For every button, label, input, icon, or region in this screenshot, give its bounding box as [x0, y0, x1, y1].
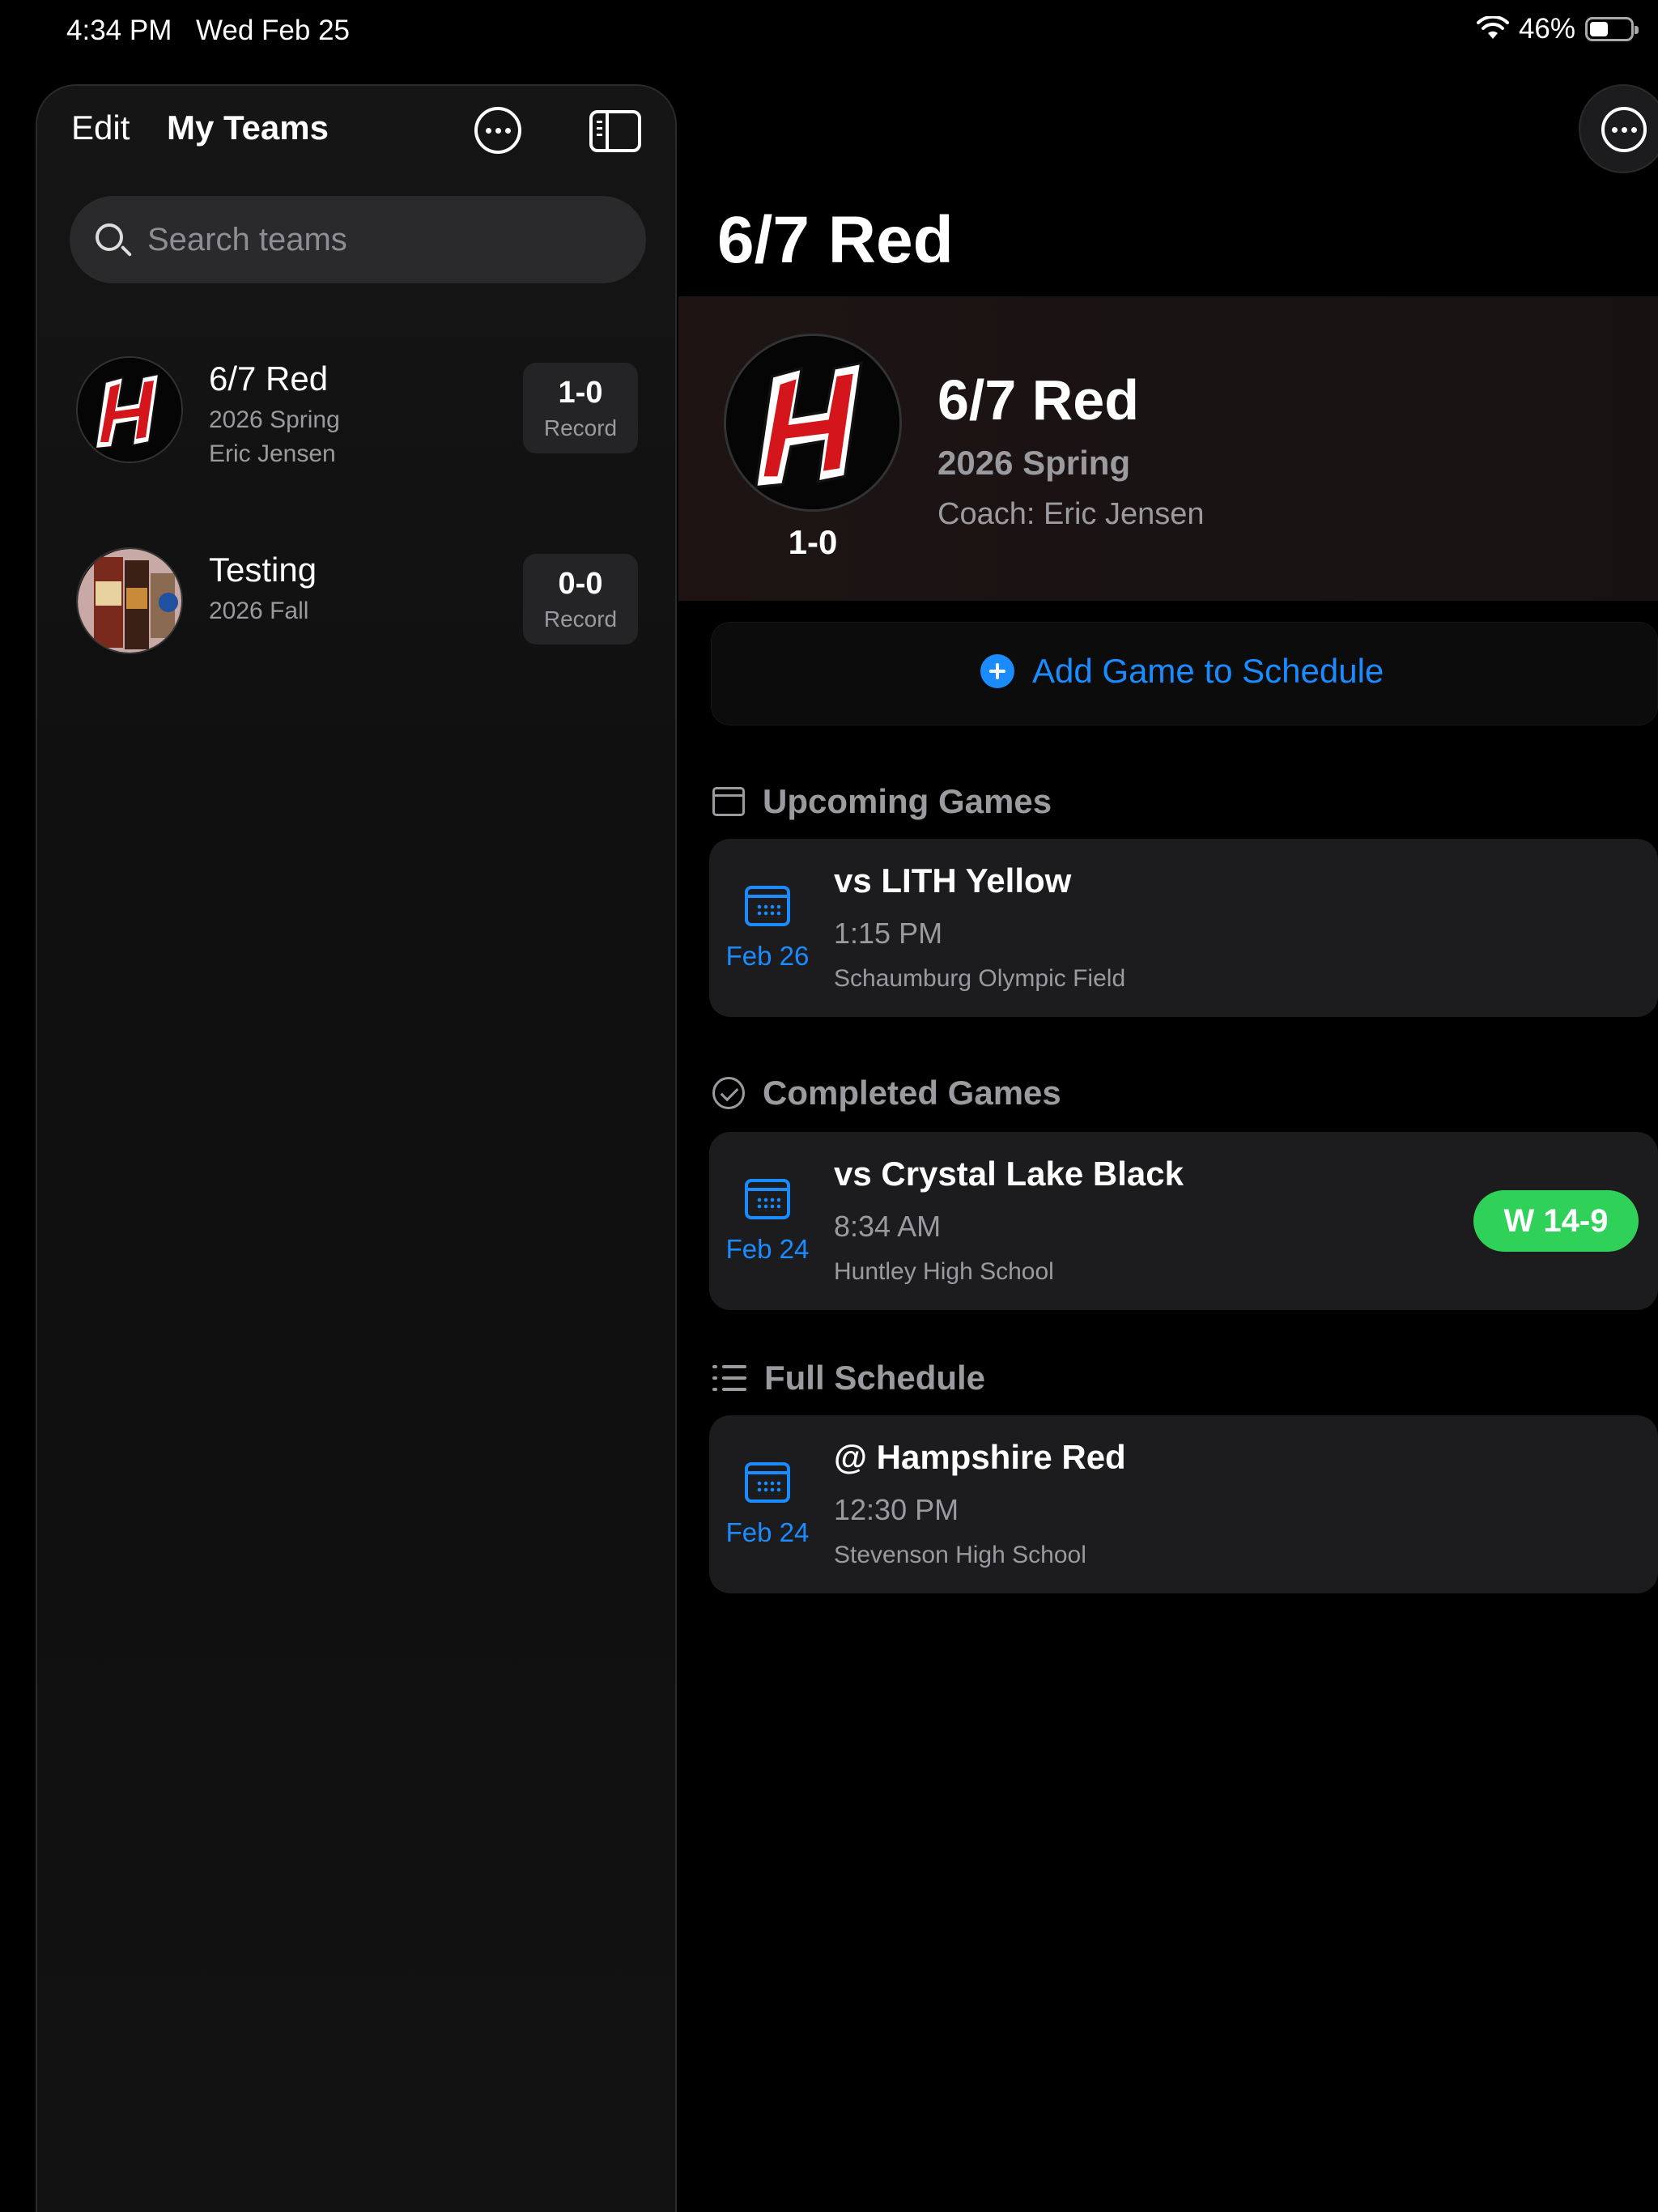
- status-bar: 4:34 PM Wed Feb 25 46%: [0, 0, 1658, 65]
- team-header-card: 1-0 6/7 Red 2026 Spring Coach: Eric Jens…: [678, 296, 1658, 601]
- game-location: Huntley High School: [834, 1258, 1054, 1285]
- game-opponent: @ Hampshire Red: [834, 1438, 1126, 1476]
- search-input[interactable]: [147, 217, 617, 262]
- game-date: Feb 24: [725, 1517, 810, 1547]
- edit-button[interactable]: Edit: [71, 108, 130, 147]
- game-card[interactable]: Feb 26 vs LITH Yellow 1:15 PM Schaumburg…: [709, 839, 1658, 1017]
- game-time: 8:34 AM: [834, 1210, 942, 1243]
- section-label: Upcoming Games: [763, 782, 1052, 820]
- team-record-badge: 1-0 Record: [523, 363, 638, 453]
- battery-fill: [1590, 22, 1609, 36]
- team-photo: [76, 547, 183, 654]
- team-season: 2026 Spring: [209, 406, 340, 433]
- team-logo: [724, 334, 902, 512]
- team-record: 1-0: [788, 523, 838, 561]
- more-options-icon: [1601, 107, 1647, 152]
- search-bar[interactable]: [70, 196, 646, 283]
- list-icon: [712, 1365, 746, 1391]
- calendar-icon: [745, 886, 790, 926]
- full-schedule-header: Full Schedule: [712, 1359, 985, 1397]
- status-date: Wed Feb 25: [196, 15, 351, 46]
- team-season: 2026 Fall: [209, 598, 309, 624]
- status-right: 46%: [1476, 13, 1639, 45]
- calendar-icon: [745, 1462, 790, 1503]
- record-value: 0-0: [558, 567, 603, 601]
- upcoming-games-header: Upcoming Games: [712, 782, 1052, 821]
- game-result-badge: W 14-9: [1473, 1190, 1639, 1252]
- game-card[interactable]: Feb 24 vs Crystal Lake Black 8:34 AM Hun…: [709, 1132, 1658, 1310]
- team-record-badge: 0-0 Record: [523, 554, 638, 644]
- record-value: 1-0: [558, 376, 603, 410]
- team-name: 6/7 Red: [209, 359, 329, 398]
- sidebar-title: My Teams: [167, 108, 329, 147]
- game-location: Schaumburg Olympic Field: [834, 965, 1126, 992]
- calendar-icon: [712, 787, 745, 816]
- section-label: Completed Games: [763, 1074, 1061, 1112]
- sidebar-toggle-icon[interactable]: [589, 110, 641, 152]
- team-row-67-red[interactable]: 6/7 Red 2026 Spring Eric Jensen 1-0 Reco…: [76, 356, 643, 470]
- add-game-button[interactable]: Add Game to Schedule: [711, 622, 1658, 725]
- battery-icon: [1585, 17, 1639, 41]
- sidebar: Edit My Teams 6/7 Red 2026 Spring Eric J…: [36, 84, 677, 2212]
- more-options-icon[interactable]: [474, 107, 521, 154]
- add-game-content: Add Game to Schedule: [980, 652, 1384, 691]
- game-date: Feb 26: [725, 941, 810, 971]
- hornets-logo-icon: [78, 358, 181, 462]
- checkmark-circle-icon: [712, 1077, 745, 1109]
- team-coach: Coach: Eric Jensen: [937, 497, 1205, 531]
- game-card[interactable]: Feb 24 @ Hampshire Red 12:30 PM Stevenso…: [709, 1415, 1658, 1593]
- team-row-testing[interactable]: Testing 2026 Fall 0-0 Record: [76, 547, 643, 661]
- game-time: 1:15 PM: [834, 917, 943, 950]
- team-logo: [76, 356, 183, 463]
- plus-circle-icon: [980, 654, 1014, 688]
- section-label: Full Schedule: [764, 1359, 986, 1397]
- battery-percent: 46%: [1518, 13, 1575, 45]
- game-time: 12:30 PM: [834, 1493, 959, 1526]
- team-name: Testing: [209, 551, 317, 589]
- game-opponent: vs Crystal Lake Black: [834, 1155, 1184, 1193]
- team-name: 6/7 Red: [937, 368, 1139, 432]
- wifi-icon: [1476, 16, 1509, 39]
- record-label: Record: [543, 606, 618, 632]
- hornets-logo-icon: [726, 336, 899, 509]
- search-icon: [96, 223, 123, 251]
- team-photo-image: [78, 549, 181, 653]
- screen-edge: [0, 0, 16, 2212]
- status-time: 4:34 PM: [66, 15, 172, 46]
- calendar-icon: [745, 1179, 790, 1219]
- record-label: Record: [543, 415, 618, 440]
- game-opponent: vs LITH Yellow: [834, 861, 1072, 900]
- main-more-button[interactable]: [1579, 84, 1658, 173]
- add-game-label: Add Game to Schedule: [1032, 652, 1384, 690]
- game-date: Feb 24: [725, 1234, 810, 1264]
- team-season: 2026 Spring: [937, 444, 1131, 482]
- page-title: 6/7 Red: [717, 203, 954, 277]
- game-location: Stevenson High School: [834, 1542, 1086, 1568]
- completed-games-header: Completed Games: [712, 1074, 1061, 1112]
- team-coach: Eric Jensen: [209, 440, 336, 467]
